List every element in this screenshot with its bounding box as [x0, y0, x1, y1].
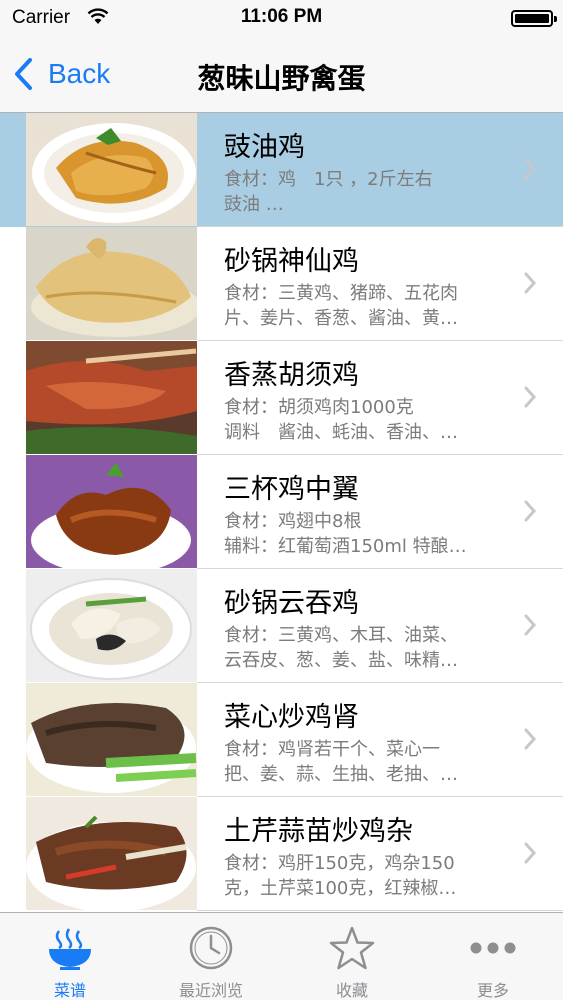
ingredients-line-2: 克，土芹菜100克，红辣椒…	[224, 878, 457, 899]
recipe-ingredients: 食材：三黄鸡、猪蹄、五花肉 片、姜片、香葱、酱油、黄…	[224, 281, 506, 331]
recipe-thumbnail	[26, 227, 197, 340]
chevron-right-icon	[524, 386, 537, 408]
recipe-ingredients: 食材：鸡肾若干个、菜心一 把、姜、蒜、生抽、老抽、…	[224, 737, 506, 787]
recipe-title: 砂锅云吞鸡	[224, 588, 359, 619]
recipe-title: 菜心炒鸡肾	[224, 702, 359, 733]
bowl-icon	[49, 928, 91, 970]
chevron-right-icon	[524, 272, 537, 294]
ingredients-line-1: 食材：鸡翅中8根	[224, 511, 362, 532]
recipe-row[interactable]: 砂锅神仙鸡 食材：三黄鸡、猪蹄、五花肉 片、姜片、香葱、酱油、黄…	[0, 227, 563, 341]
recipe-ingredients: 食材：三黄鸡、木耳、油菜、 云吞皮、葱、姜、盐、味精…	[224, 623, 506, 673]
tab-label: 最近浏览	[178, 981, 243, 1000]
chevron-right-icon	[524, 158, 537, 180]
recipe-ingredients: 食材：鸡肝150克，鸡杂150 克，土芹菜100克，红辣椒…	[224, 851, 506, 901]
tab-label: 收藏	[335, 981, 368, 1000]
status-bar: Carrier 11:06 PM	[0, 0, 563, 40]
ingredients-line-1: 食材：鸡 1只 ，2斤左右	[224, 169, 433, 190]
recipe-row[interactable]: 土芹蒜苗炒鸡杂 食材：鸡肝150克，鸡杂150 克，土芹菜100克，红辣椒…	[0, 797, 563, 911]
ingredients-line-1: 食材：鸡肝150克，鸡杂150	[224, 853, 455, 874]
recipe-ingredients: 食材：胡须鸡肉1000克 调料 酱油、蚝油、香油、…	[224, 395, 506, 445]
ingredients-line-2: 把、姜、蒜、生抽、老抽、…	[224, 764, 458, 785]
chevron-right-icon	[524, 728, 537, 750]
tab-recent[interactable]: 最近浏览	[141, 913, 281, 1001]
recipe-row[interactable]: 菜心炒鸡肾 食材：鸡肾若干个、菜心一 把、姜、蒜、生抽、老抽、…	[0, 683, 563, 797]
recipe-ingredients: 食材：鸡 1只 ，2斤左右 豉油 …	[224, 167, 506, 217]
tab-recipes[interactable]: 菜谱	[0, 913, 140, 1001]
recipe-row[interactable]: 香蒸胡须鸡 食材：胡须鸡肉1000克 调料 酱油、蚝油、香油、…	[0, 341, 563, 455]
recipe-list[interactable]: 豉油鸡 食材：鸡 1只 ，2斤左右 豉油 … 砂锅神仙鸡 食材：三黄鸡、猪蹄、五…	[0, 113, 563, 912]
chevron-right-icon	[524, 842, 537, 864]
ingredients-line-2: 片、姜片、香葱、酱油、黄…	[224, 308, 458, 329]
status-time: 11:06 PM	[240, 6, 323, 27]
page-title: 葱昧山野禽蛋	[197, 62, 366, 95]
recipe-row[interactable]: 三杯鸡中翼 食材：鸡翅中8根 辅料：红葡萄酒150ml 特酿…	[0, 455, 563, 569]
chevron-right-icon	[524, 614, 537, 636]
recipe-thumbnail	[26, 569, 197, 682]
recipe-title: 香蒸胡须鸡	[224, 360, 359, 391]
clock-icon	[189, 926, 233, 970]
recipe-row[interactable]: 砂锅云吞鸡 食材：三黄鸡、木耳、油菜、 云吞皮、葱、姜、盐、味精…	[0, 569, 563, 683]
ingredients-line-1: 食材：胡须鸡肉1000克	[224, 397, 414, 418]
recipe-thumbnail	[26, 797, 197, 910]
navigation-bar: Back 葱昧山野禽蛋	[0, 40, 563, 113]
ingredients-line-1: 食材：三黄鸡、猪蹄、五花肉	[224, 283, 458, 304]
recipe-title: 土芹蒜苗炒鸡杂	[224, 816, 413, 847]
ingredients-line-2: 云吞皮、葱、姜、盐、味精…	[224, 650, 458, 671]
star-icon	[329, 926, 375, 970]
ingredients-line-2: 辅料：红葡萄酒150ml 特酿…	[224, 536, 467, 557]
recipe-title: 豉油鸡	[224, 132, 305, 163]
ingredients-line-1: 食材：三黄鸡、木耳、油菜、	[224, 625, 458, 646]
tab-label: 菜谱	[53, 981, 86, 1000]
tab-more[interactable]: 更多	[423, 913, 563, 1001]
ingredients-line-2: 调料 酱油、蚝油、香油、…	[224, 422, 458, 443]
battery-icon	[511, 10, 557, 27]
tab-favorites[interactable]: 收藏	[282, 913, 422, 1001]
recipe-thumbnail	[26, 683, 197, 796]
ingredients-line-2: 豉油 …	[224, 194, 284, 215]
recipe-row[interactable]: 豉油鸡 食材：鸡 1只 ，2斤左右 豉油 …	[0, 113, 563, 227]
chevron-right-icon	[524, 500, 537, 522]
recipe-thumbnail	[26, 341, 197, 454]
recipe-thumbnail	[26, 113, 197, 226]
tab-label: 更多	[476, 981, 509, 1000]
more-dots-icon	[470, 942, 516, 954]
tab-bar: 菜谱 最近浏览 收藏 更多	[0, 912, 563, 1000]
ingredients-line-1: 食材：鸡肾若干个、菜心一	[224, 739, 440, 760]
recipe-thumbnail	[26, 455, 197, 568]
recipe-ingredients: 食材：鸡翅中8根 辅料：红葡萄酒150ml 特酿…	[224, 509, 506, 559]
recipe-title: 三杯鸡中翼	[224, 474, 359, 505]
recipe-title: 砂锅神仙鸡	[224, 246, 359, 277]
